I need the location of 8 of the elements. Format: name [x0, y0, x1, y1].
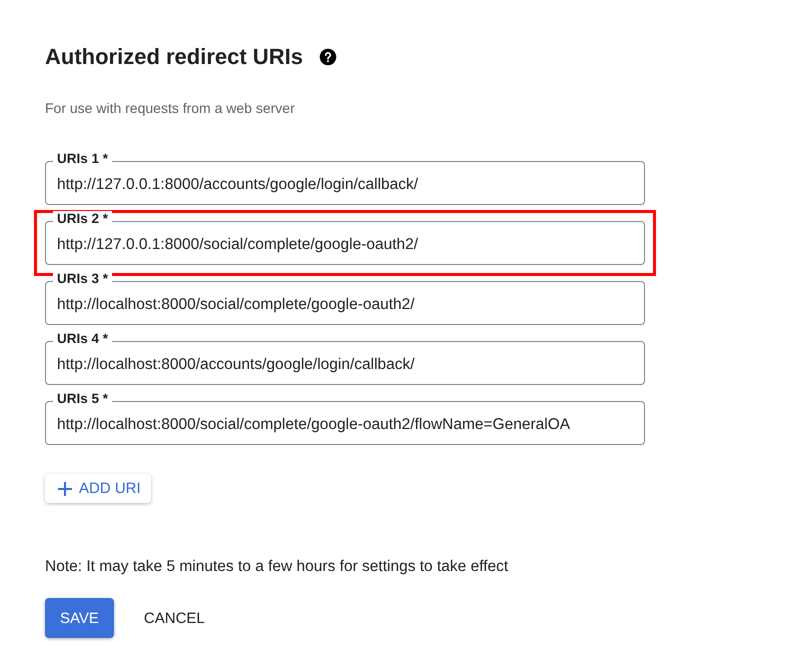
section-subtitle: For use with requests from a web server: [45, 100, 296, 116]
save-button[interactable]: SAVE: [45, 598, 114, 638]
help-icon[interactable]: [318, 48, 337, 66]
plus-icon: [57, 480, 73, 496]
cancel-button[interactable]: CANCEL: [126, 598, 223, 638]
add-uri-button[interactable]: ADD URI: [45, 474, 151, 503]
section-title: Authorized redirect URIs: [45, 43, 303, 71]
note-text: Note: It may take 5 minutes to a few hours for settings to take effect: [45, 558, 510, 576]
